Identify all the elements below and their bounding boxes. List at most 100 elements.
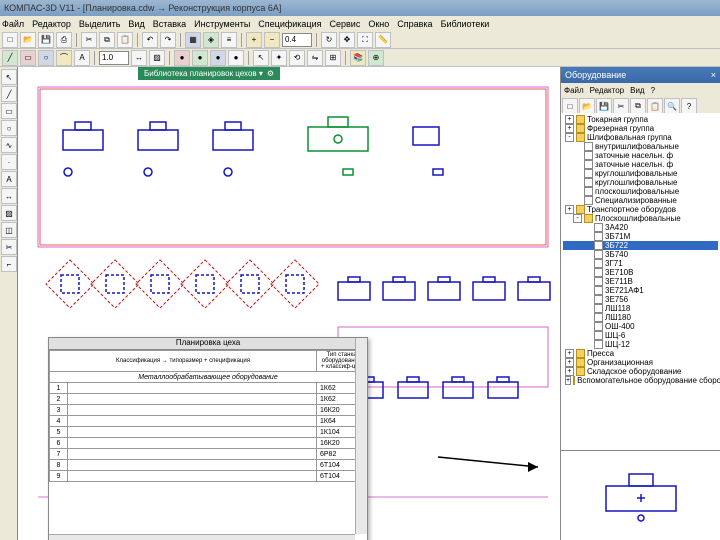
- tree-item[interactable]: ОШ-400: [563, 322, 718, 331]
- tree-expand-icon[interactable]: +: [565, 205, 574, 214]
- panel-close-icon[interactable]: ×: [711, 70, 716, 80]
- tree-item[interactable]: ШЦ-6: [563, 331, 718, 340]
- menu-window[interactable]: Окно: [368, 19, 389, 29]
- spec-table-panel[interactable]: Планировка цеха Классификация → типоразм…: [48, 337, 368, 540]
- tree-copy-icon[interactable]: ⧉: [630, 98, 646, 114]
- text2-icon[interactable]: A: [1, 171, 17, 187]
- select-icon[interactable]: ↖: [253, 50, 269, 66]
- tree-item[interactable]: 3Е721АФ1: [563, 286, 718, 295]
- save-icon[interactable]: 💾: [38, 32, 54, 48]
- table-row[interactable]: 51К104: [50, 427, 367, 438]
- tree-item[interactable]: заточные насельн. ф: [563, 160, 718, 169]
- menu-edit[interactable]: Редактор: [32, 19, 71, 29]
- tree-item[interactable]: внутришлифовальные: [563, 142, 718, 151]
- redo-icon[interactable]: ↷: [160, 32, 176, 48]
- zoom-in-icon[interactable]: +: [246, 32, 262, 48]
- refresh-icon[interactable]: ↻: [321, 32, 337, 48]
- copy-icon[interactable]: ⧉: [99, 32, 115, 48]
- dim2-icon[interactable]: ↔: [1, 188, 17, 204]
- snap-icon[interactable]: ◈: [203, 32, 219, 48]
- tree-item[interactable]: +Организационная: [563, 358, 718, 367]
- pointer-icon[interactable]: ↖: [1, 69, 17, 85]
- mirror-icon[interactable]: ⇋: [307, 50, 323, 66]
- trim-icon[interactable]: ✂: [1, 239, 17, 255]
- tree-expand-icon[interactable]: -: [573, 214, 582, 223]
- zoom-out-icon[interactable]: −: [264, 32, 280, 48]
- tree-item[interactable]: 3Б740: [563, 250, 718, 259]
- table-row[interactable]: 76Р82: [50, 449, 367, 460]
- pan-icon[interactable]: ✥: [339, 32, 355, 48]
- lib-icon[interactable]: 📚: [350, 50, 366, 66]
- tree-paste-icon[interactable]: 📋: [647, 98, 663, 114]
- tree-item[interactable]: +Фрезерная группа: [563, 124, 718, 133]
- table-row[interactable]: 96Т104: [50, 471, 367, 482]
- tree-item[interactable]: -Шлифовальная группа: [563, 133, 718, 142]
- circle-icon[interactable]: ○: [38, 50, 54, 66]
- panel-menu-help[interactable]: ?: [651, 86, 655, 95]
- tree-item[interactable]: 3Е711В: [563, 277, 718, 286]
- tree-item[interactable]: +Транспортное оборудов: [563, 205, 718, 214]
- tree-item[interactable]: 3Е756: [563, 295, 718, 304]
- hatch-icon[interactable]: ▨: [149, 50, 165, 66]
- panel-menu-file[interactable]: Файл: [564, 86, 584, 95]
- table-row[interactable]: 21К62: [50, 394, 367, 405]
- tree-item[interactable]: заточные насельн. ф: [563, 151, 718, 160]
- fillet-icon[interactable]: ⌐: [1, 256, 17, 272]
- tree-item[interactable]: ШЦ-12: [563, 340, 718, 349]
- tree-item[interactable]: плоскошлифовальные: [563, 187, 718, 196]
- move-icon[interactable]: ✦: [271, 50, 287, 66]
- tree-item[interactable]: +Складское оборудование: [563, 367, 718, 376]
- fit-icon[interactable]: ⛶: [357, 32, 373, 48]
- tree-item[interactable]: +Пресса: [563, 349, 718, 358]
- tree-item[interactable]: 3Б722: [563, 241, 718, 250]
- table-row[interactable]: 316К20: [50, 405, 367, 416]
- panel-menu-edit[interactable]: Редактор: [590, 86, 624, 95]
- layers-icon[interactable]: ≡: [221, 32, 237, 48]
- table-row[interactable]: 41К64: [50, 416, 367, 427]
- tree-expand-icon[interactable]: +: [565, 367, 574, 376]
- menu-help[interactable]: Справка: [397, 19, 432, 29]
- tree-expand-icon[interactable]: +: [565, 115, 574, 124]
- drawing-canvas[interactable]: Библиотека планировок цехов ▾ ⚙: [18, 67, 560, 540]
- menu-insert[interactable]: Вставка: [153, 19, 186, 29]
- menu-spec[interactable]: Спецификация: [258, 19, 321, 29]
- insert-icon[interactable]: ⊕: [368, 50, 384, 66]
- grid-icon[interactable]: ▦: [185, 32, 201, 48]
- tree-save-icon[interactable]: 💾: [596, 98, 612, 114]
- tree-item[interactable]: круглошлифовальные: [563, 178, 718, 187]
- tree-item[interactable]: Специализированные: [563, 196, 718, 205]
- panel-menu-view[interactable]: Вид: [630, 86, 644, 95]
- menu-file[interactable]: Файл: [2, 19, 24, 29]
- tree-open-icon[interactable]: 📂: [579, 98, 595, 114]
- rotate-icon[interactable]: ⟲: [289, 50, 305, 66]
- line2-icon[interactable]: ╱: [1, 86, 17, 102]
- menu-tools[interactable]: Инструменты: [194, 19, 250, 29]
- green-icon[interactable]: ●: [192, 50, 208, 66]
- menu-libraries[interactable]: Библиотеки: [441, 19, 490, 29]
- table-scrollbar-h[interactable]: [49, 534, 355, 540]
- tree-expand-icon[interactable]: +: [565, 124, 574, 133]
- cut-icon[interactable]: ✂: [81, 32, 97, 48]
- hatch2-icon[interactable]: ▨: [1, 205, 17, 221]
- rect-icon[interactable]: ▭: [20, 50, 36, 66]
- table-scrollbar-v[interactable]: [355, 338, 367, 534]
- circle2-icon[interactable]: ○: [1, 120, 17, 136]
- tree-item[interactable]: 3А420: [563, 223, 718, 232]
- scale-input[interactable]: [99, 51, 129, 65]
- menu-view[interactable]: Вид: [128, 19, 144, 29]
- paste-icon[interactable]: 📋: [117, 32, 133, 48]
- print-icon[interactable]: ⎙: [56, 32, 72, 48]
- menu-select[interactable]: Выделить: [79, 19, 121, 29]
- arc-icon[interactable]: ⌒: [56, 50, 72, 66]
- line-icon[interactable]: ╱: [2, 50, 18, 66]
- array-icon[interactable]: ⊞: [325, 50, 341, 66]
- table-row[interactable]: 86Т104: [50, 460, 367, 471]
- block-icon[interactable]: ◫: [1, 222, 17, 238]
- measure-icon[interactable]: 📏: [375, 32, 391, 48]
- black-icon[interactable]: ●: [228, 50, 244, 66]
- tree-item[interactable]: 3Б71М: [563, 232, 718, 241]
- rect2-icon[interactable]: ▭: [1, 103, 17, 119]
- new-icon[interactable]: □: [2, 32, 18, 48]
- tree-expand-icon[interactable]: +: [565, 358, 574, 367]
- tree-item[interactable]: ЛШ180: [563, 313, 718, 322]
